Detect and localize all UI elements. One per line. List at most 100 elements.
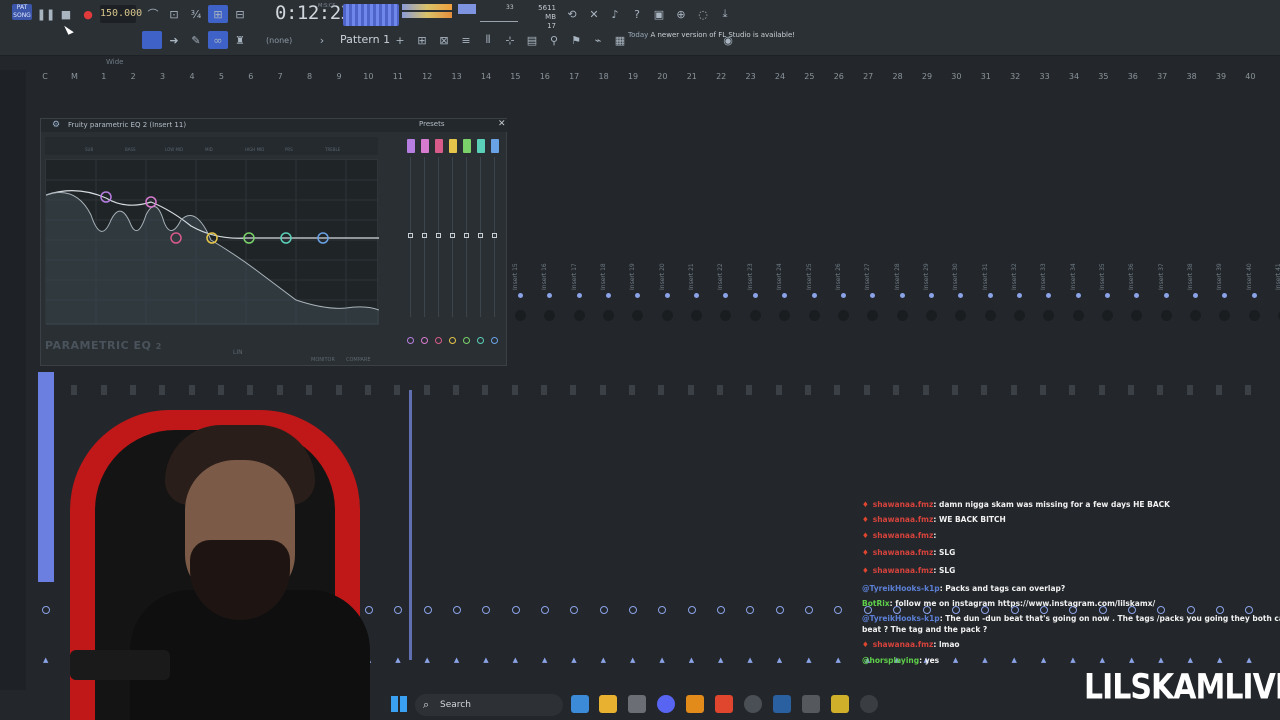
insert-route-dot[interactable] xyxy=(1193,293,1199,298)
chat-username[interactable]: BotRix xyxy=(862,599,890,608)
news-panel[interactable]: Today A newer version of FL Studio is av… xyxy=(628,30,795,40)
snap-selector[interactable]: (none) xyxy=(266,36,292,45)
eq-frequency-graph[interactable] xyxy=(45,159,380,325)
plugin-icon[interactable]: ⚲ xyxy=(544,31,564,49)
globe-icon[interactable]: ◉ xyxy=(718,31,738,49)
chat-username[interactable]: @TyreikHooks-k1p xyxy=(862,584,940,593)
wait-icon[interactable]: ⊡ xyxy=(164,5,184,23)
pan-knob[interactable] xyxy=(661,310,673,321)
step-edit-icon[interactable]: ⊞ xyxy=(208,5,228,23)
windows-start-icon[interactable] xyxy=(391,696,407,712)
fader-handle[interactable] xyxy=(540,385,547,395)
pan-knob[interactable] xyxy=(984,310,996,321)
insert-link-dot[interactable] xyxy=(570,606,579,614)
fader-handle[interactable] xyxy=(1216,385,1222,395)
insert-route-dot[interactable] xyxy=(606,293,612,298)
pan-knob[interactable] xyxy=(1013,310,1025,321)
metronome-icon[interactable]: ⌒ xyxy=(143,5,163,23)
store-icon[interactable] xyxy=(628,695,646,713)
insert-route-dot[interactable] xyxy=(840,293,846,298)
fader-handle[interactable] xyxy=(452,385,459,395)
pan-knob[interactable] xyxy=(515,310,526,321)
chat-icon[interactable]: ◌ xyxy=(693,5,713,23)
chevron-up-icon[interactable]: ▲ xyxy=(659,656,664,664)
fader-handle[interactable] xyxy=(1127,385,1134,395)
eq-band-knob[interactable] xyxy=(407,337,414,344)
chevron-up-icon[interactable]: ▲ xyxy=(425,656,430,664)
app-icon[interactable] xyxy=(802,695,820,713)
fader-handle[interactable] xyxy=(130,385,137,395)
eq-band-tab[interactable] xyxy=(463,139,471,153)
mixer-icon[interactable]: ⫴ xyxy=(478,31,498,49)
pan-knob[interactable] xyxy=(808,310,820,321)
insert-route-dot[interactable] xyxy=(1105,293,1110,298)
fader-handle[interactable] xyxy=(775,385,782,395)
chat-username[interactable]: shawanaa.fmz xyxy=(873,531,934,540)
fader-handle[interactable] xyxy=(218,385,225,395)
pan-knob[interactable] xyxy=(837,310,849,321)
insert-link-dot[interactable] xyxy=(805,606,814,614)
insert-route-dot[interactable] xyxy=(1134,293,1140,298)
pan-knob[interactable] xyxy=(1131,310,1143,321)
eq-band-tab[interactable] xyxy=(477,139,485,153)
chevron-up-icon[interactable]: ▲ xyxy=(513,656,518,664)
eq-band-slider-handle[interactable] xyxy=(492,233,497,238)
insert-link-dot[interactable] xyxy=(482,606,491,614)
insert-route-dot[interactable] xyxy=(870,293,876,298)
pan-knob[interactable] xyxy=(573,310,585,321)
pan-knob[interactable] xyxy=(720,310,732,321)
fader-handle[interactable] xyxy=(1039,385,1046,395)
chevron-up-icon[interactable]: ▲ xyxy=(777,656,782,664)
eq-band-tab[interactable] xyxy=(435,139,443,153)
app-icon-3[interactable] xyxy=(860,695,878,713)
eq-band-knob[interactable] xyxy=(491,337,498,344)
chevron-up-icon[interactable]: ▲ xyxy=(483,656,488,664)
fader-handle[interactable] xyxy=(1186,385,1193,395)
fader-handle[interactable] xyxy=(71,385,78,395)
pan-knob[interactable] xyxy=(603,310,615,321)
tuner-icon[interactable]: ⚑ xyxy=(566,31,586,49)
chat-username[interactable]: @TyreikHooks-k1p xyxy=(862,614,940,623)
stamp-icon[interactable]: ♜ xyxy=(230,31,250,49)
eq-band-sliders[interactable] xyxy=(403,137,503,367)
chevron-up-icon[interactable]: ▲ xyxy=(689,656,694,664)
monitor-button[interactable]: MONITOR xyxy=(311,357,335,363)
chevron-up-icon[interactable]: ▲ xyxy=(630,656,635,664)
eq-band-tab[interactable] xyxy=(449,139,457,153)
insert-link-dot[interactable] xyxy=(599,606,608,614)
chevron-up-icon[interactable]: ▲ xyxy=(718,656,723,664)
fader-handle[interactable] xyxy=(922,385,929,395)
taskbar-search[interactable]: ⌕ Search xyxy=(415,694,563,716)
fl-studio-icon[interactable] xyxy=(686,695,704,713)
pan-knob[interactable] xyxy=(632,310,644,321)
fader-handle[interactable] xyxy=(629,385,635,395)
chat-username[interactable]: shawanaa.fmz xyxy=(873,566,934,575)
eq-band-tab[interactable] xyxy=(491,139,499,153)
chevron-up-icon[interactable]: ▲ xyxy=(454,656,459,664)
piano-roll-snap-icon[interactable] xyxy=(142,31,162,49)
chat-username[interactable]: shawanaa.fmz xyxy=(873,515,934,524)
fader-handle[interactable] xyxy=(834,385,841,395)
insert-route-dot[interactable] xyxy=(811,293,817,298)
eq-band-slider-handle[interactable] xyxy=(436,233,441,238)
fader-handle[interactable] xyxy=(893,385,900,395)
insert-route-dot[interactable] xyxy=(664,293,670,298)
chevron-up-icon[interactable]: ▲ xyxy=(806,656,811,664)
insert-route-dot[interactable] xyxy=(547,293,553,298)
pan-knob[interactable] xyxy=(896,310,908,321)
fader-handle[interactable] xyxy=(1245,385,1252,395)
record-icon[interactable]: ● xyxy=(78,5,98,23)
eq-band-slider-handle[interactable] xyxy=(450,233,455,238)
insert-link-dot[interactable] xyxy=(687,606,696,614)
pan-knob[interactable] xyxy=(1160,310,1172,321)
news-icon[interactable]: ▦ xyxy=(610,31,630,49)
chat-username[interactable]: shawanaa.fmz xyxy=(873,500,934,509)
save-icon[interactable]: ▣ xyxy=(649,5,669,23)
fader-handle[interactable] xyxy=(570,385,577,395)
fader-handle[interactable] xyxy=(423,385,430,395)
fader-handle[interactable] xyxy=(276,385,283,395)
insert-link-dot[interactable] xyxy=(511,606,520,614)
chevron-up-icon[interactable]: ▲ xyxy=(571,656,576,664)
countdown-icon[interactable]: ¾ xyxy=(186,5,206,23)
insert-route-dot[interactable] xyxy=(958,293,964,298)
